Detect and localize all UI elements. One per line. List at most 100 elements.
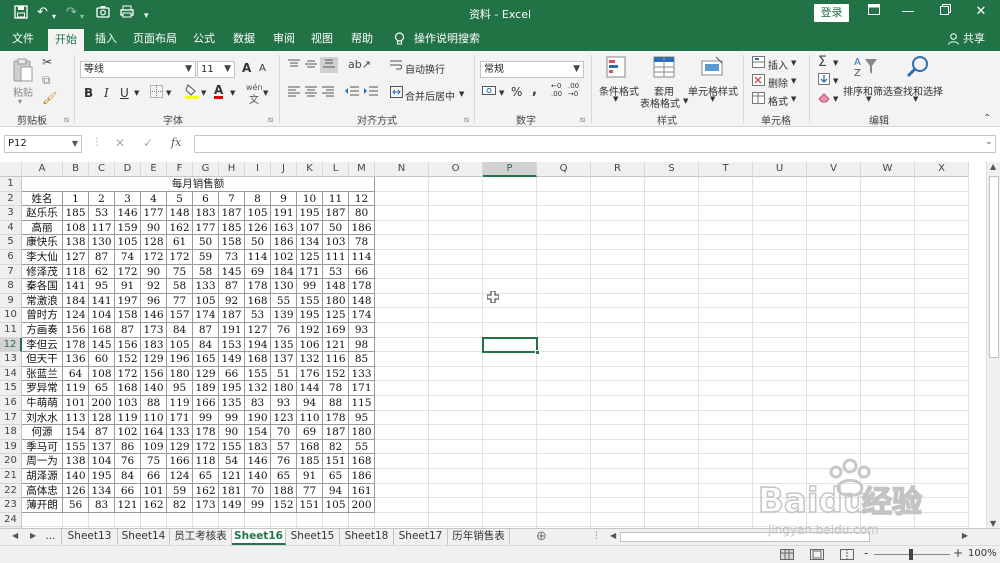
grid-cell[interactable] — [807, 235, 861, 250]
grid-cell[interactable] — [915, 439, 969, 455]
sales-cell[interactable]: 88 — [323, 396, 349, 411]
merge-center-icon[interactable] — [390, 86, 403, 101]
row-header-18[interactable]: 18 — [0, 425, 22, 440]
grid-cell[interactable] — [645, 366, 699, 382]
insert-cells-icon[interactable] — [752, 56, 765, 71]
grid-cell[interactable] — [645, 337, 699, 353]
grid-cell[interactable] — [645, 381, 699, 396]
comma-button[interactable]: , — [532, 83, 537, 98]
sales-cell[interactable]: 66 — [141, 469, 167, 484]
sales-cell[interactable]: 165 — [193, 352, 219, 367]
table-header-cell[interactable]: 10 — [297, 191, 323, 207]
sales-cell[interactable]: 152 — [115, 352, 141, 367]
grid-cell[interactable] — [429, 177, 483, 192]
sales-cell[interactable]: 50 — [323, 220, 349, 236]
grid-cell[interactable] — [483, 454, 537, 469]
row-header-14[interactable]: 14 — [0, 366, 22, 382]
sales-cell[interactable]: 84 — [193, 337, 219, 353]
sales-cell[interactable]: 132 — [245, 381, 271, 396]
sales-cell[interactable]: 62 — [89, 264, 115, 280]
grid-cell[interactable] — [483, 439, 537, 455]
sales-cell[interactable]: 91 — [115, 279, 141, 294]
grid-cell[interactable] — [429, 279, 483, 294]
sales-cell[interactable]: 138 — [63, 454, 89, 469]
grid-cell[interactable] — [375, 483, 429, 499]
grid-cell[interactable] — [699, 191, 753, 207]
sales-cell[interactable]: 66 — [349, 264, 375, 280]
sales-cell[interactable]: 140 — [245, 469, 271, 484]
zoom-in-button[interactable]: + — [953, 546, 963, 560]
grid-cell[interactable] — [861, 352, 915, 367]
sales-cell[interactable]: 53 — [245, 308, 271, 323]
grid-cell[interactable] — [915, 235, 969, 250]
grid-cell[interactable] — [753, 425, 807, 440]
grid-cell[interactable] — [483, 425, 537, 440]
grid-cell[interactable] — [141, 512, 167, 528]
grid-cell[interactable] — [537, 366, 591, 382]
grid-cell[interactable] — [645, 250, 699, 265]
sales-cell[interactable]: 185 — [219, 220, 245, 236]
sales-cell[interactable]: 138 — [63, 235, 89, 250]
sales-cell[interactable]: 151 — [297, 498, 323, 513]
sales-cell[interactable]: 171 — [349, 381, 375, 396]
grid-cell[interactable] — [591, 206, 645, 221]
grid-cell[interactable] — [915, 469, 969, 484]
sales-cell[interactable]: 148 — [323, 279, 349, 294]
font-size-select[interactable]: 11 ▼ — [197, 61, 235, 78]
chevron-down-icon[interactable]: ▼ — [263, 89, 268, 97]
sales-cell[interactable]: 166 — [167, 454, 193, 469]
grid-cell[interactable] — [375, 396, 429, 411]
name-cell[interactable]: 常激浪 — [22, 293, 63, 309]
sales-cell[interactable]: 135 — [219, 396, 245, 411]
name-cell[interactable]: 李大仙 — [22, 250, 63, 265]
grid-cell[interactable] — [915, 352, 969, 367]
column-header-q[interactable]: Q — [537, 162, 591, 177]
sales-cell[interactable]: 171 — [297, 264, 323, 280]
sales-cell[interactable]: 168 — [297, 439, 323, 455]
grid-cell[interactable] — [861, 396, 915, 411]
sales-cell[interactable]: 94 — [323, 483, 349, 499]
grid-cell[interactable] — [89, 512, 115, 528]
name-cell[interactable]: 赵乐乐 — [22, 206, 63, 221]
sales-cell[interactable]: 105 — [193, 293, 219, 309]
grid-cell[interactable] — [429, 381, 483, 396]
sales-cell[interactable]: 125 — [297, 250, 323, 265]
grid-cell[interactable] — [429, 191, 483, 207]
sales-cell[interactable]: 77 — [167, 293, 193, 309]
grid-cell[interactable] — [807, 191, 861, 207]
row-header-22[interactable]: 22 — [0, 483, 22, 499]
grid-cell[interactable] — [115, 512, 141, 528]
grid-cell[interactable] — [429, 396, 483, 411]
grid-cell[interactable] — [753, 454, 807, 469]
column-header-i[interactable]: I — [245, 162, 271, 177]
sales-cell[interactable]: 99 — [297, 279, 323, 294]
table-header-cell[interactable]: 9 — [271, 191, 297, 207]
next-sheet-icon[interactable]: ▶ — [30, 531, 36, 540]
cancel-icon[interactable]: ✕ — [115, 136, 125, 150]
normal-view-icon[interactable] — [780, 549, 794, 563]
sales-cell[interactable]: 54 — [219, 454, 245, 469]
grid-cell[interactable] — [375, 308, 429, 323]
tab-page-layout[interactable]: 页面布局 — [130, 27, 180, 51]
sales-cell[interactable]: 95 — [349, 410, 375, 426]
sales-cell[interactable]: 133 — [349, 366, 375, 382]
grid-cell[interactable] — [375, 177, 429, 192]
grid-cell[interactable] — [375, 293, 429, 309]
grid-cell[interactable] — [645, 308, 699, 323]
grid-cell[interactable] — [591, 220, 645, 236]
grid-cell[interactable] — [807, 425, 861, 440]
sales-cell[interactable]: 59 — [167, 483, 193, 499]
grid-cell[interactable] — [861, 235, 915, 250]
sales-cell[interactable]: 95 — [167, 381, 193, 396]
grid-cell[interactable] — [915, 293, 969, 309]
grid-cell[interactable] — [807, 352, 861, 367]
chevron-down-icon[interactable]: ▾ — [18, 97, 22, 106]
sales-cell[interactable]: 195 — [297, 308, 323, 323]
vertical-scroll-thumb[interactable] — [989, 176, 999, 358]
sales-cell[interactable]: 163 — [271, 220, 297, 236]
grid-cell[interactable] — [375, 381, 429, 396]
sales-cell[interactable]: 78 — [323, 381, 349, 396]
sales-cell[interactable]: 187 — [219, 206, 245, 221]
collapse-ribbon-icon[interactable]: ⌃ — [983, 113, 991, 124]
grid-cell[interactable] — [591, 250, 645, 265]
